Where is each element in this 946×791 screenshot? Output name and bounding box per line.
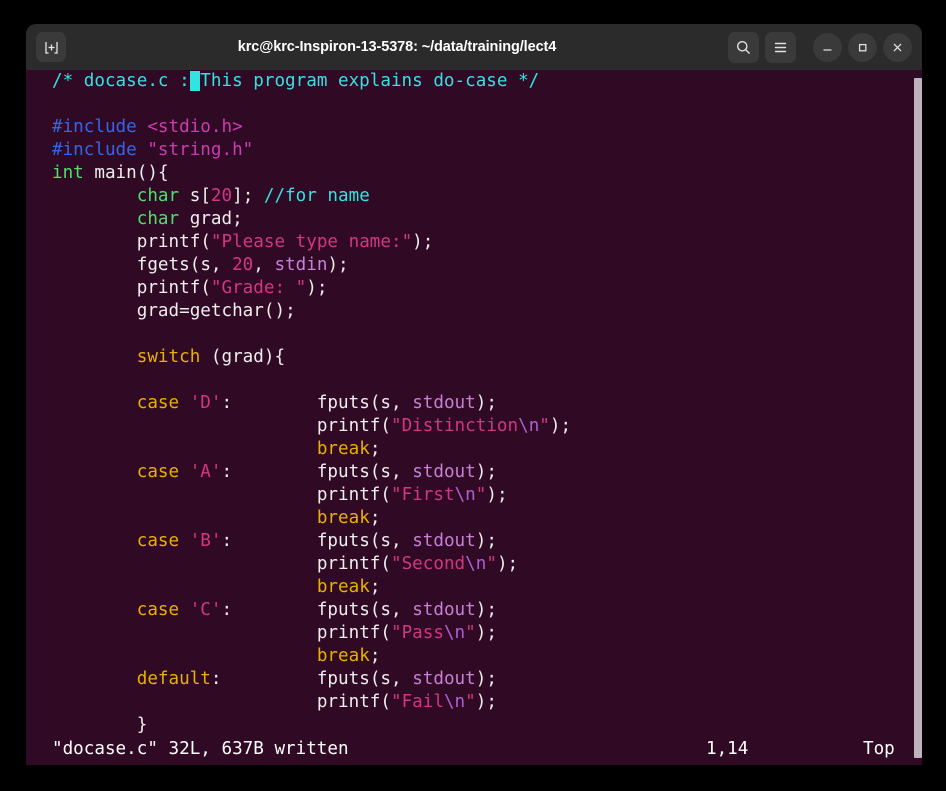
editor-line[interactable]: grad=getchar(); <box>26 300 922 323</box>
editor-line[interactable]: printf("Please type name:"); <box>26 231 922 254</box>
editor-line[interactable]: break; <box>26 645 922 668</box>
editor-line[interactable]: break; <box>26 576 922 599</box>
editor-line[interactable]: } <box>26 714 922 737</box>
editor-line[interactable]: #include <stdio.h> <box>26 116 922 139</box>
status-cursor-position: 1,14 <box>706 739 749 759</box>
minimize-icon <box>823 48 832 51</box>
title-bar: krc@krc-Inspiron-13-5378: ~/data/trainin… <box>26 24 922 70</box>
hamburger-menu-icon <box>774 42 787 52</box>
status-file-message: "docase.c" 32L, 637B written <box>52 739 349 759</box>
terminal-window: krc@krc-Inspiron-13-5378: ~/data/trainin… <box>26 24 922 765</box>
terminal-body[interactable]: /* docase.c : This program explains do-c… <box>26 70 922 765</box>
new-tab-button[interactable] <box>36 32 66 62</box>
editor-line[interactable]: printf("First\n"); <box>26 484 922 507</box>
search-button[interactable] <box>728 31 759 63</box>
scrollbar-thumb[interactable] <box>914 78 922 758</box>
new-tab-icon <box>44 41 58 54</box>
status-scroll-indicator: Top <box>863 739 895 759</box>
editor-line[interactable]: #include "string.h" <box>26 139 922 162</box>
scrollbar-track[interactable] <box>914 70 922 765</box>
editor-line[interactable]: case 'D': fputs(s, stdout); <box>26 392 922 415</box>
editor-line[interactable]: default: fputs(s, stdout); <box>26 668 922 691</box>
editor-line[interactable] <box>26 93 922 116</box>
editor-line[interactable]: break; <box>26 438 922 461</box>
editor-line[interactable]: break; <box>26 507 922 530</box>
text-cursor <box>189 71 201 91</box>
window-title: krc@krc-Inspiron-13-5378: ~/data/trainin… <box>237 39 557 55</box>
editor-line[interactable]: /* docase.c : This program explains do-c… <box>26 70 922 93</box>
editor-line[interactable]: printf("Distinction\n"); <box>26 415 922 438</box>
close-button[interactable] <box>883 32 912 62</box>
editor-line[interactable]: int main(){ <box>26 162 922 185</box>
minimize-button[interactable] <box>813 32 842 62</box>
maximize-button[interactable] <box>848 32 877 62</box>
editor-line[interactable]: printf("Grade: "); <box>26 277 922 300</box>
editor-line[interactable]: char s[20]; //for name <box>26 185 922 208</box>
editor-line[interactable]: case 'B': fputs(s, stdout); <box>26 530 922 553</box>
editor-line[interactable]: case 'A': fputs(s, stdout); <box>26 461 922 484</box>
maximize-icon <box>858 43 867 51</box>
vim-status-line: "docase.c" 32L, 637B written 1,14 Top <box>26 738 922 761</box>
editor-line[interactable]: switch (grad){ <box>26 346 922 369</box>
close-icon <box>893 43 902 51</box>
editor-line[interactable]: fgets(s, 20, stdin); <box>26 254 922 277</box>
window-controls <box>728 31 912 63</box>
search-icon <box>737 40 750 54</box>
editor-line[interactable]: char grad; <box>26 208 922 231</box>
editor-line[interactable]: printf("Fail\n"); <box>26 691 922 714</box>
editor-line[interactable] <box>26 323 922 346</box>
menu-button[interactable] <box>765 31 796 63</box>
editor-line[interactable]: printf("Pass\n"); <box>26 622 922 645</box>
editor-line[interactable] <box>26 369 922 392</box>
editor-text-area[interactable]: /* docase.c : This program explains do-c… <box>26 70 922 737</box>
editor-line[interactable]: printf("Second\n"); <box>26 553 922 576</box>
editor-line[interactable]: case 'C': fputs(s, stdout); <box>26 599 922 622</box>
